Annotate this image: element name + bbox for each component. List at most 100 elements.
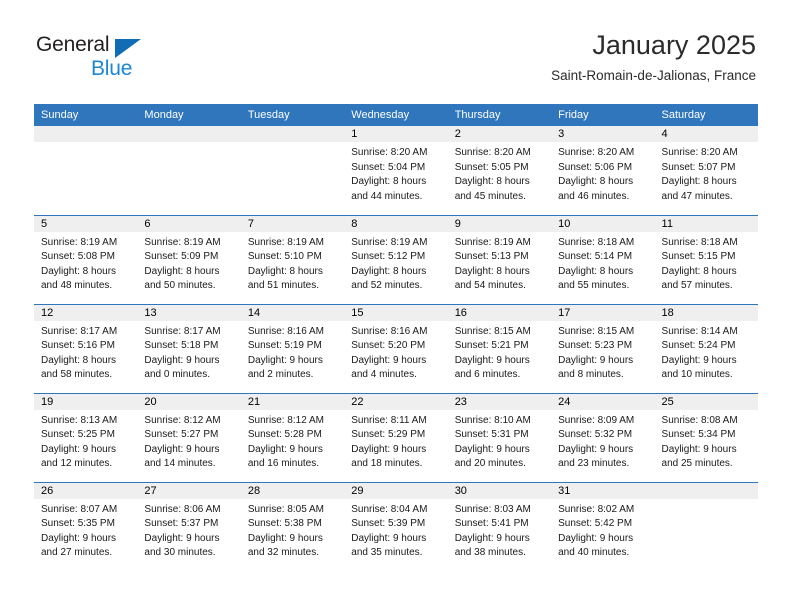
day-cell-inner: 19 Sunrise: 8:13 AM Sunset: 5:25 PM Dayligh… bbox=[34, 393, 138, 482]
calendar-day-cell[interactable]: 18 Sunrise: 8:14 AM Sunset: 5:24 PM Dayligh… bbox=[654, 303, 758, 393]
logo-text-general: General bbox=[36, 33, 110, 56]
day-details: Sunrise: 8:20 AM Sunset: 5:04 PM Daylight:… bbox=[344, 142, 447, 204]
calendar-day-cell[interactable]: 23 Sunrise: 8:10 AM Sunset: 5:31 PM Dayligh… bbox=[447, 392, 552, 482]
daylight-duration-line1: Daylight: 9 hours bbox=[351, 532, 427, 544]
sunset-time: Sunset: 5:18 PM bbox=[144, 340, 219, 352]
calendar-week-row: 12 Sunrise: 8:17 AM Sunset: 5:16 PM Dayligh… bbox=[34, 303, 758, 393]
calendar-day-cell[interactable]: 9 Sunrise: 8:19 AM Sunset: 5:13 PM Daylight… bbox=[447, 214, 552, 304]
day-details: Sunrise: 8:19 AM Sunset: 5:10 PM Daylight:… bbox=[241, 232, 344, 294]
daylight-duration-line1: Daylight: 8 hours bbox=[661, 176, 737, 188]
daylight-duration-line1: Daylight: 9 hours bbox=[144, 443, 220, 455]
daylight-duration-line2: and 47 minutes. bbox=[661, 190, 733, 202]
calendar-day-cell-empty bbox=[34, 126, 138, 215]
sunset-time: Sunset: 5:13 PM bbox=[454, 251, 529, 263]
day-number: 11 bbox=[654, 215, 758, 232]
calendar-day-cell[interactable]: 16 Sunrise: 8:15 AM Sunset: 5:21 PM Dayligh… bbox=[447, 303, 552, 393]
day-details: Sunrise: 8:17 AM Sunset: 5:18 PM Daylight:… bbox=[137, 321, 240, 383]
sunrise-time: Sunrise: 8:04 AM bbox=[351, 503, 428, 515]
day-cell-inner: 22 Sunrise: 8:11 AM Sunset: 5:29 PM Dayligh… bbox=[344, 393, 448, 482]
day-number: 24 bbox=[551, 393, 655, 410]
day-details: Sunrise: 8:19 AM Sunset: 5:13 PM Daylight:… bbox=[448, 232, 551, 294]
calendar-day-cell[interactable]: 26 Sunrise: 8:07 AM Sunset: 5:35 PM Dayligh… bbox=[34, 481, 138, 571]
calendar-day-cell[interactable]: 11 Sunrise: 8:18 AM Sunset: 5:15 PM Dayligh… bbox=[654, 214, 758, 304]
daylight-duration-line2: and 12 minutes. bbox=[41, 458, 113, 470]
general-blue-logo[interactable]: General Blue bbox=[36, 33, 216, 89]
sunrise-time: Sunrise: 8:19 AM bbox=[144, 236, 221, 248]
sunrise-time: Sunrise: 8:09 AM bbox=[558, 414, 635, 426]
day-number: 28 bbox=[240, 482, 345, 499]
calendar-day-cell[interactable]: 5 Sunrise: 8:19 AM Sunset: 5:08 PM Daylight… bbox=[34, 214, 138, 304]
calendar-day-cell-empty bbox=[137, 126, 241, 215]
day-details: Sunrise: 8:17 AM Sunset: 5:16 PM Daylight:… bbox=[34, 321, 137, 383]
weekday-header-saturday: Saturday bbox=[654, 104, 758, 126]
calendar-day-cell[interactable]: 2 Sunrise: 8:20 AM Sunset: 5:05 PM Daylight… bbox=[447, 126, 552, 215]
calendar-day-cell[interactable]: 19 Sunrise: 8:13 AM Sunset: 5:25 PM Dayligh… bbox=[34, 392, 138, 482]
day-cell-inner: 26 Sunrise: 8:07 AM Sunset: 5:35 PM Dayligh… bbox=[34, 482, 138, 571]
day-details: Sunrise: 8:18 AM Sunset: 5:14 PM Daylight:… bbox=[551, 232, 654, 294]
day-cell-inner: 1 Sunrise: 8:20 AM Sunset: 5:04 PM Daylight… bbox=[344, 126, 448, 214]
sunrise-time: Sunrise: 8:20 AM bbox=[661, 147, 738, 158]
sunset-time: Sunset: 5:20 PM bbox=[351, 340, 426, 352]
day-number: 13 bbox=[137, 304, 241, 321]
month-calendar-table: Sunday Monday Tuesday Wednesday Thursday… bbox=[34, 104, 758, 571]
sunset-time: Sunset: 5:37 PM bbox=[144, 518, 219, 530]
sunset-time: Sunset: 5:21 PM bbox=[454, 340, 529, 352]
day-cell-inner: 10 Sunrise: 8:18 AM Sunset: 5:14 PM Dayligh… bbox=[551, 215, 655, 304]
sunrise-time: Sunrise: 8:06 AM bbox=[144, 503, 221, 515]
calendar-day-cell[interactable]: 22 Sunrise: 8:11 AM Sunset: 5:29 PM Dayligh… bbox=[344, 392, 448, 482]
calendar-day-cell[interactable]: 6 Sunrise: 8:19 AM Sunset: 5:09 PM Daylight… bbox=[137, 214, 241, 304]
day-number bbox=[654, 482, 758, 499]
daylight-duration-line2: and 10 minutes. bbox=[661, 369, 733, 381]
day-number: 17 bbox=[551, 304, 655, 321]
sunrise-time: Sunrise: 8:20 AM bbox=[558, 147, 635, 158]
sunset-time: Sunset: 5:41 PM bbox=[454, 518, 529, 530]
sunrise-time: Sunrise: 8:20 AM bbox=[351, 147, 428, 158]
calendar-day-cell[interactable]: 3 Sunrise: 8:20 AM Sunset: 5:06 PM Daylight… bbox=[551, 126, 655, 215]
calendar-day-cell[interactable]: 4 Sunrise: 8:20 AM Sunset: 5:07 PM Daylight… bbox=[654, 126, 758, 215]
calendar-day-cell[interactable]: 27 Sunrise: 8:06 AM Sunset: 5:37 PM Dayligh… bbox=[137, 481, 241, 571]
daylight-duration-line1: Daylight: 9 hours bbox=[351, 443, 427, 455]
sunrise-time: Sunrise: 8:19 AM bbox=[41, 236, 118, 248]
daylight-duration-line2: and 35 minutes. bbox=[351, 547, 423, 559]
sunset-time: Sunset: 5:29 PM bbox=[351, 429, 426, 441]
day-number: 6 bbox=[137, 215, 241, 232]
daylight-duration-line2: and 40 minutes. bbox=[558, 547, 630, 559]
sunrise-time: Sunrise: 8:16 AM bbox=[351, 325, 428, 337]
sunset-time: Sunset: 5:14 PM bbox=[558, 251, 633, 263]
sunrise-time: Sunrise: 8:19 AM bbox=[351, 236, 428, 248]
sunset-time: Sunset: 5:06 PM bbox=[558, 161, 633, 173]
calendar-day-cell[interactable]: 25 Sunrise: 8:08 AM Sunset: 5:34 PM Dayligh… bbox=[654, 392, 758, 482]
daylight-duration-line2: and 51 minutes. bbox=[247, 280, 320, 292]
sunset-time: Sunset: 5:07 PM bbox=[661, 161, 736, 173]
daylight-duration-line2: and 18 minutes. bbox=[351, 458, 423, 470]
calendar-day-cell[interactable]: 20 Sunrise: 8:12 AM Sunset: 5:27 PM Dayligh… bbox=[137, 392, 241, 482]
day-details: Sunrise: 8:15 AM Sunset: 5:23 PM Daylight:… bbox=[551, 321, 654, 383]
calendar-day-cell[interactable]: 14 Sunrise: 8:16 AM Sunset: 5:19 PM Dayligh… bbox=[240, 303, 345, 393]
calendar-day-cell[interactable]: 12 Sunrise: 8:17 AM Sunset: 5:16 PM Dayligh… bbox=[34, 303, 138, 393]
day-cell-inner: 5 Sunrise: 8:19 AM Sunset: 5:08 PM Daylight… bbox=[34, 215, 138, 304]
daylight-duration-line1: Daylight: 8 hours bbox=[351, 176, 427, 188]
day-cell-inner: 16 Sunrise: 8:15 AM Sunset: 5:21 PM Dayligh… bbox=[447, 304, 552, 393]
calendar-day-cell[interactable]: 7 Sunrise: 8:19 AM Sunset: 5:10 PM Daylight… bbox=[240, 214, 345, 304]
calendar-day-cell[interactable]: 8 Sunrise: 8:19 AM Sunset: 5:12 PM Daylight… bbox=[344, 214, 448, 304]
calendar-day-cell[interactable]: 24 Sunrise: 8:09 AM Sunset: 5:32 PM Dayligh… bbox=[551, 392, 655, 482]
calendar-day-cell[interactable]: 15 Sunrise: 8:16 AM Sunset: 5:20 PM Dayligh… bbox=[344, 303, 448, 393]
calendar-day-cell[interactable]: 21 Sunrise: 8:12 AM Sunset: 5:28 PM Dayligh… bbox=[240, 392, 345, 482]
calendar-day-cell[interactable]: 31 Sunrise: 8:02 AM Sunset: 5:42 PM Dayligh… bbox=[551, 481, 655, 571]
calendar-day-cell[interactable]: 28 Sunrise: 8:05 AM Sunset: 5:38 PM Dayligh… bbox=[240, 481, 345, 571]
day-cell-inner: 7 Sunrise: 8:19 AM Sunset: 5:10 PM Daylight… bbox=[240, 215, 345, 304]
day-cell-inner: 15 Sunrise: 8:16 AM Sunset: 5:20 PM Dayligh… bbox=[344, 304, 448, 393]
daylight-duration-line2: and 20 minutes. bbox=[454, 458, 526, 470]
calendar-day-cell[interactable]: 10 Sunrise: 8:18 AM Sunset: 5:14 PM Dayligh… bbox=[551, 214, 655, 304]
sunset-time: Sunset: 5:19 PM bbox=[247, 340, 322, 352]
calendar-day-cell[interactable]: 30 Sunrise: 8:03 AM Sunset: 5:41 PM Dayligh… bbox=[447, 481, 552, 571]
sunset-time: Sunset: 5:05 PM bbox=[454, 161, 529, 173]
calendar-day-cell[interactable]: 17 Sunrise: 8:15 AM Sunset: 5:23 PM Dayligh… bbox=[551, 303, 655, 393]
daylight-duration-line2: and 8 minutes. bbox=[558, 369, 624, 381]
day-details: Sunrise: 8:06 AM Sunset: 5:37 PM Daylight:… bbox=[137, 499, 240, 561]
calendar-day-cell[interactable]: 1 Sunrise: 8:20 AM Sunset: 5:04 PM Daylight… bbox=[344, 126, 448, 215]
calendar-day-cell[interactable]: 13 Sunrise: 8:17 AM Sunset: 5:18 PM Dayligh… bbox=[137, 303, 241, 393]
day-cell-inner: 27 Sunrise: 8:06 AM Sunset: 5:37 PM Dayligh… bbox=[137, 482, 241, 571]
calendar-day-cell[interactable]: 29 Sunrise: 8:04 AM Sunset: 5:39 PM Dayligh… bbox=[344, 481, 448, 571]
sunset-time: Sunset: 5:16 PM bbox=[41, 340, 115, 352]
